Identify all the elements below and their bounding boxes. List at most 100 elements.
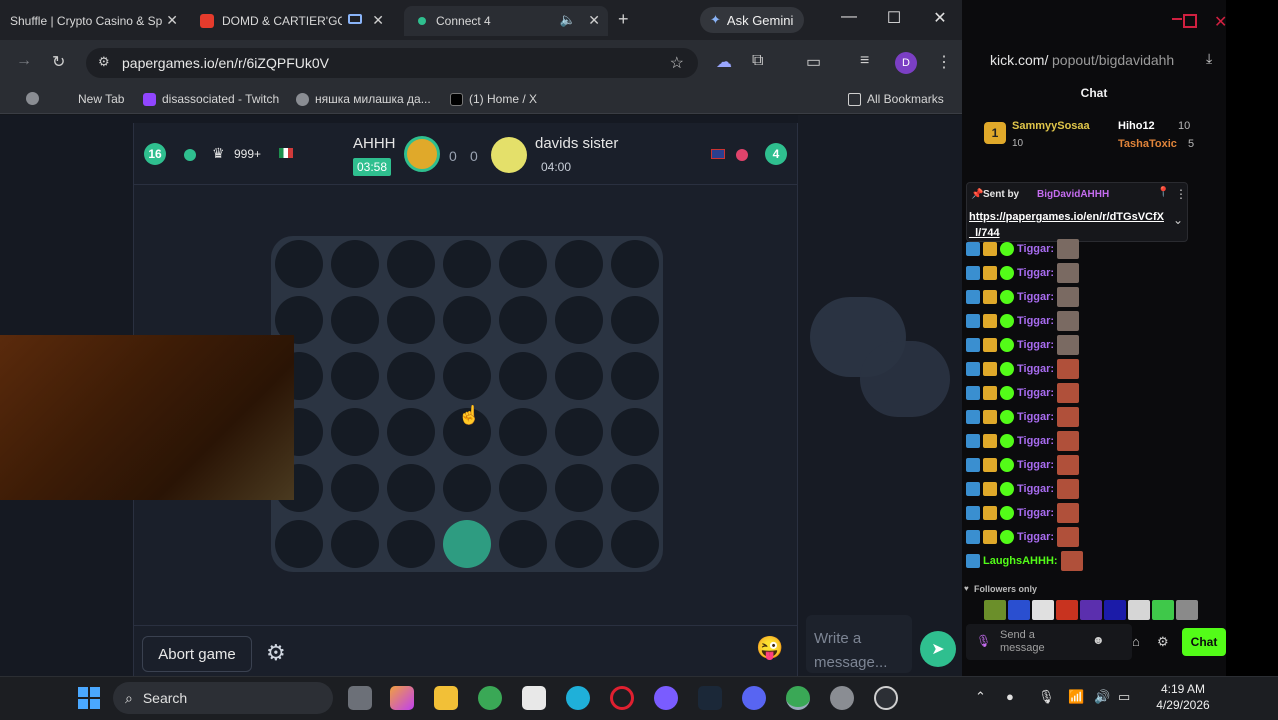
chat-username[interactable]: Tiggar: [1017, 243, 1054, 255]
minimize-icon[interactable]: — [834, 8, 864, 26]
chat-username[interactable]: Tiggar: [1017, 267, 1054, 279]
emote-icon[interactable] [1080, 600, 1102, 620]
emote-bar[interactable] [984, 600, 1204, 620]
board-cell[interactable] [499, 520, 547, 568]
menu-kebab-icon[interactable]: ⋮ [936, 52, 952, 72]
pinned-menu-icon[interactable]: ⋮ [1175, 187, 1187, 201]
board-cell[interactable] [275, 240, 323, 288]
chat-message-row[interactable]: Tiggar: [966, 286, 1080, 308]
board-cell[interactable] [331, 240, 379, 288]
close-window-icon[interactable]: ✕ [925, 8, 955, 28]
board-cell[interactable] [387, 240, 435, 288]
kick-send-message-input[interactable]: 🎙 Send a message ☻ [966, 624, 1132, 660]
chat-message-row[interactable]: Tiggar: [966, 406, 1080, 428]
board-cell[interactable] [499, 240, 547, 288]
tray-chevron-icon[interactable]: ⌃ [975, 689, 986, 705]
board-cell[interactable] [555, 240, 603, 288]
chat-message-row[interactable]: LaughsAHHH: [966, 550, 1083, 572]
chat-username[interactable]: Tiggar: [1017, 507, 1054, 519]
extension-cloud-icon[interactable]: ☁ [716, 52, 732, 72]
emote-icon[interactable] [1176, 600, 1198, 620]
board-cell[interactable] [499, 464, 547, 512]
player2-avatar[interactable] [491, 137, 527, 173]
board-cell[interactable] [387, 520, 435, 568]
kick-url-bar[interactable]: kick.com/ popout/bigdavidahh ⤓ [962, 40, 1226, 80]
discord-icon[interactable] [742, 686, 766, 710]
board-cell[interactable] [611, 464, 659, 512]
pinned-link[interactable]: https://papergames.io/en/r/dTGsVCfX_l/74… [969, 209, 1169, 241]
emote-icon[interactable] [1128, 600, 1150, 620]
task-view-icon[interactable] [348, 686, 372, 710]
volume-icon[interactable]: 🔊 [1094, 689, 1110, 705]
board-cell[interactable] [443, 240, 491, 288]
emote-icon[interactable] [1008, 600, 1030, 620]
board-piece[interactable] [443, 520, 491, 568]
unpin-icon[interactable]: 📍 [1157, 187, 1169, 198]
board-cell[interactable] [555, 352, 603, 400]
chat-username[interactable]: Tiggar: [1017, 291, 1054, 303]
chat-message-row[interactable]: Tiggar: [966, 310, 1080, 332]
emote-icon[interactable] [1032, 600, 1054, 620]
chrome-profile-icon[interactable] [786, 686, 810, 710]
emote-icon[interactable] [1104, 600, 1126, 620]
new-tab-icon[interactable]: + [618, 9, 629, 30]
kick-chat-send-button[interactable]: Chat [1182, 628, 1226, 656]
taskbar-clock[interactable]: 4:19 AM 4/29/2026 [1148, 681, 1218, 713]
battery-icon[interactable]: ▭ [1118, 689, 1130, 705]
chat-message-row[interactable]: Tiggar: [966, 382, 1080, 404]
edge-icon[interactable] [566, 686, 590, 710]
board-cell[interactable] [387, 464, 435, 512]
bookmark-new-tab[interactable]: New Tab [78, 92, 124, 106]
chat-message-row[interactable]: Tiggar: [966, 454, 1080, 476]
chat-username[interactable]: Tiggar: [1017, 435, 1054, 447]
chat-username[interactable]: Tiggar: [1017, 387, 1054, 399]
bookmark-globe[interactable] [26, 92, 39, 105]
chat-message-row[interactable]: Tiggar: [966, 526, 1080, 548]
board-cell[interactable] [387, 408, 435, 456]
emoji-icon[interactable]: 😜 [756, 635, 783, 661]
gift-icon[interactable]: ⌂ [1132, 634, 1140, 649]
chat-username[interactable]: Tiggar: [1017, 459, 1054, 471]
pinned-message[interactable]: 📌 Sent by BigDavidAHHH 📍 ⋮ https://paper… [966, 182, 1188, 242]
chat-message-row[interactable]: Tiggar: [966, 358, 1080, 380]
send-message-button[interactable]: ➤ [920, 631, 956, 667]
board-cell[interactable] [387, 352, 435, 400]
board-cell[interactable] [443, 296, 491, 344]
board-cell[interactable] [499, 296, 547, 344]
board-cell[interactable] [331, 520, 379, 568]
board-cell[interactable] [331, 352, 379, 400]
tray-app-icon[interactable]: ● [1006, 689, 1014, 704]
chat-message-row[interactable]: Tiggar: [966, 334, 1080, 356]
tab-shuffle[interactable]: Shuffle | Crypto Casino & Sp ✕ [0, 6, 186, 36]
board-cell[interactable] [611, 296, 659, 344]
chat-message-row[interactable]: Tiggar: [966, 238, 1080, 260]
file-explorer-icon[interactable] [434, 686, 458, 710]
cast-icon[interactable]: ▭ [806, 52, 821, 72]
board-cell[interactable] [275, 520, 323, 568]
board-cell[interactable] [387, 296, 435, 344]
chrome-icon[interactable] [478, 686, 502, 710]
tab-domd[interactable]: DOMD & CARTIER'GOD ✕ [192, 6, 392, 36]
chat-username[interactable]: Tiggar: [1017, 531, 1054, 543]
start-windows-icon[interactable] [78, 687, 100, 709]
chat-username[interactable]: Tiggar: [1017, 411, 1054, 423]
tab-connect4[interactable]: Connect 4 🔈 ✕ [404, 6, 608, 36]
board-cell[interactable] [555, 464, 603, 512]
copilot-icon[interactable] [390, 686, 414, 710]
board-cell[interactable] [331, 464, 379, 512]
steam-icon[interactable] [698, 686, 722, 710]
connect4-board[interactable] [271, 236, 663, 572]
obs-icon[interactable] [874, 686, 898, 710]
window-maximize-icon[interactable] [1183, 14, 1197, 28]
chat-username[interactable]: Tiggar: [1017, 339, 1054, 351]
board-cell[interactable] [611, 352, 659, 400]
bookmark-twitch[interactable]: disassociated - Twitch [143, 92, 279, 106]
profile-avatar[interactable]: D [895, 52, 917, 74]
opera-icon[interactable] [610, 686, 634, 710]
close-window-icon[interactable]: ✕ [1214, 12, 1227, 32]
board-cell[interactable] [555, 520, 603, 568]
emote-icon[interactable] [1152, 600, 1174, 620]
chat-message-input[interactable]: Write a message... [806, 615, 912, 673]
media-player-icon[interactable] [654, 686, 678, 710]
close-icon[interactable]: ✕ [588, 12, 600, 29]
